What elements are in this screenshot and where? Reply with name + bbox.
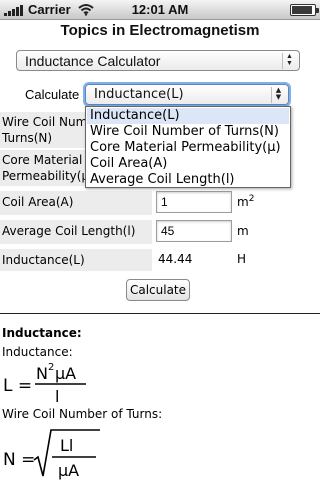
clock: 12:01 AM (131, 2, 189, 17)
formula-L-den: l (55, 387, 59, 406)
area-label: Coil Area(A) (0, 191, 152, 215)
turns-formula: N = Ll μA (3, 429, 100, 480)
area-row: Coil Area(A) m2 (0, 191, 320, 215)
area-unit-base: m (237, 195, 249, 209)
formula-L-num-rest: μA (55, 364, 76, 383)
status-bar: Carrier 12:01 AM (0, 0, 320, 20)
calculate-dropdown-list: Inductance(L) Wire Coil Number of Turns(… (85, 106, 291, 188)
calculate-select[interactable]: Inductance(L) ▲ ▼ (85, 84, 289, 105)
battery-level (292, 6, 312, 14)
divider (0, 313, 320, 314)
dropdown-option-permeability[interactable]: Core Material Permeability(μ) (87, 140, 289, 156)
inductance-row: Inductance(L) 44.44 H (0, 249, 320, 271)
area-unit-exponent: 2 (248, 194, 255, 204)
length-input[interactable] (156, 220, 232, 242)
select-arrows-icon: ▲ ▼ (271, 87, 285, 103)
turns-formula-title: Wire Coil Number of Turns: (2, 407, 163, 421)
battery-icon (290, 4, 319, 16)
formula-L-num-exp: 2 (48, 362, 54, 373)
area-input[interactable] (156, 191, 232, 213)
inductance-formula: L = N 2 μA l (3, 362, 86, 406)
dropdown-option-length[interactable]: Average Coil Length(l) (87, 172, 289, 188)
area-unit: m2 (237, 194, 254, 209)
length-unit: m (237, 224, 249, 238)
page-title: Topics in Electromagnetism (60, 22, 260, 39)
length-row: Average Coil Length(l) m (0, 220, 320, 244)
formula-N-num: Ll (60, 436, 73, 455)
topic-select-value: Inductance Calculator (25, 53, 161, 69)
formula-N-lhs: N = (3, 450, 35, 470)
dropdown-option-inductance[interactable]: Inductance(L) (87, 108, 289, 124)
inductance-label: Inductance(L) (0, 249, 152, 271)
dropdown-option-area[interactable]: Coil Area(A) (87, 156, 289, 172)
formula-N-den: μA (58, 461, 79, 480)
length-label: Average Coil Length(l) (0, 220, 152, 244)
formula-L-num-N: N (36, 364, 48, 383)
inductance-value: 44.44 (158, 252, 193, 266)
inductance-unit: H (237, 252, 247, 266)
calculate-label: Calculate (25, 87, 80, 102)
results-heading: Inductance: (2, 326, 82, 340)
calculate-select-value: Inductance(L) (94, 87, 184, 102)
select-arrows-icon: ▲ ▼ (282, 53, 296, 69)
inductance-formula-title: Inductance: (2, 345, 73, 359)
dropdown-option-turns[interactable]: Wire Coil Number of Turns(N) (87, 124, 289, 140)
topic-select[interactable]: Inductance Calculator ▲ ▼ (16, 50, 300, 71)
formula-L-lhs: L = (3, 376, 32, 396)
calculate-button[interactable]: Calculate (126, 279, 190, 301)
